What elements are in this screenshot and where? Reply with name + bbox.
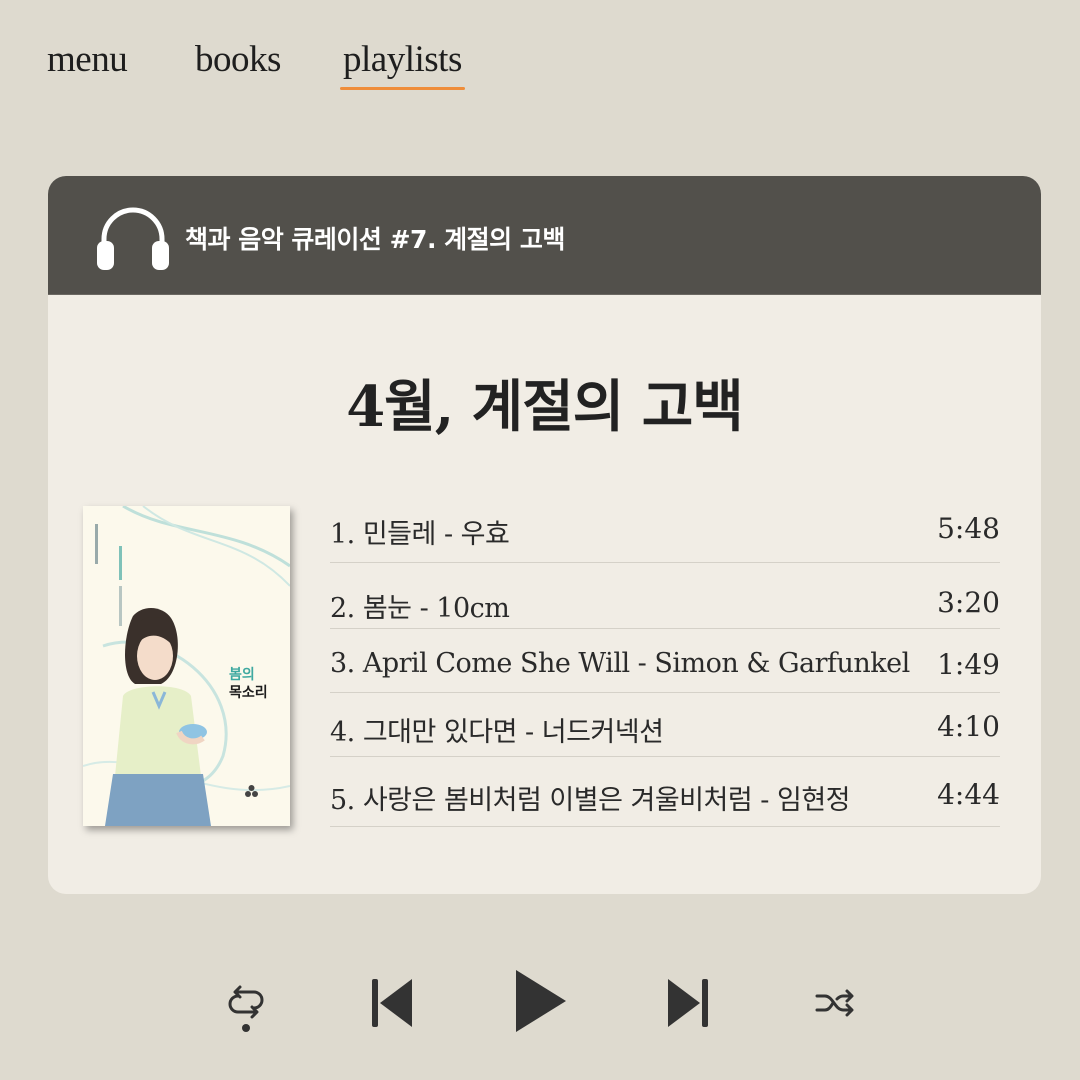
nav-playlists[interactable]: playlists [340, 38, 465, 90]
track-row[interactable]: 3. April Come She Will - Simon & Garfunk… [330, 628, 1000, 693]
track-row[interactable]: 2. 봄눈 - 10cm 3:20 [330, 562, 1000, 629]
headphones-icon [97, 207, 169, 270]
track-row[interactable]: 1. 민들레 - 우효 5:48 [330, 506, 1000, 563]
shuffle-icon[interactable] [815, 986, 855, 1020]
track-row[interactable]: 5. 사랑은 봄비처럼 이별은 겨울비처럼 - 임현정 4:44 [330, 756, 1000, 827]
track-title: 5. 사랑은 봄비처럼 이별은 겨울비처럼 - 임현정 [330, 785, 851, 816]
track-title: 3. April Come She Will - Simon & Garfunk… [330, 648, 910, 679]
book-cover-title-line1: 봄의 [229, 667, 255, 683]
next-icon[interactable] [666, 977, 710, 1029]
track-duration: 4:44 [937, 778, 1000, 811]
track-duration: 4:10 [937, 710, 1000, 743]
nav-menu[interactable]: menu [47, 38, 128, 82]
track-title: 1. 민들레 - 우효 [330, 519, 510, 550]
book-cover-title: 봄의 목소리 [229, 666, 289, 702]
track-duration: 5:48 [937, 512, 1000, 545]
card-title: 책과 음악 큐레이션 #7. 계절의 고백 [185, 225, 565, 254]
track-duration: 1:49 [937, 648, 1000, 681]
track-duration: 3:20 [937, 586, 1000, 619]
repeat-icon[interactable] [226, 984, 266, 1034]
track-title: 4. 그대만 있다면 - 너드커넥션 [330, 717, 664, 748]
play-icon[interactable] [514, 968, 568, 1034]
nav-books[interactable]: books [195, 38, 281, 82]
track-row[interactable]: 4. 그대만 있다면 - 너드커넥션 4:10 [330, 692, 1000, 757]
previous-icon[interactable] [370, 977, 414, 1029]
card-header: 책과 음악 큐레이션 #7. 계절의 고백 [48, 176, 1041, 295]
playlist-heading: 4월, 계절의 고백 [346, 374, 744, 440]
app-page: menu books playlists 책과 음악 큐레이션 #7. 계절의 … [0, 0, 1080, 1080]
player-controls [0, 960, 1080, 1050]
book-cover[interactable]: 봄의 목소리 [83, 506, 290, 826]
book-cover-title-line2: 목소리 [229, 685, 268, 701]
track-title: 2. 봄눈 - 10cm [330, 593, 510, 624]
playlist-card: 책과 음악 큐레이션 #7. 계절의 고백 4월, 계절의 고백 봄의 목소리 … [48, 176, 1041, 894]
